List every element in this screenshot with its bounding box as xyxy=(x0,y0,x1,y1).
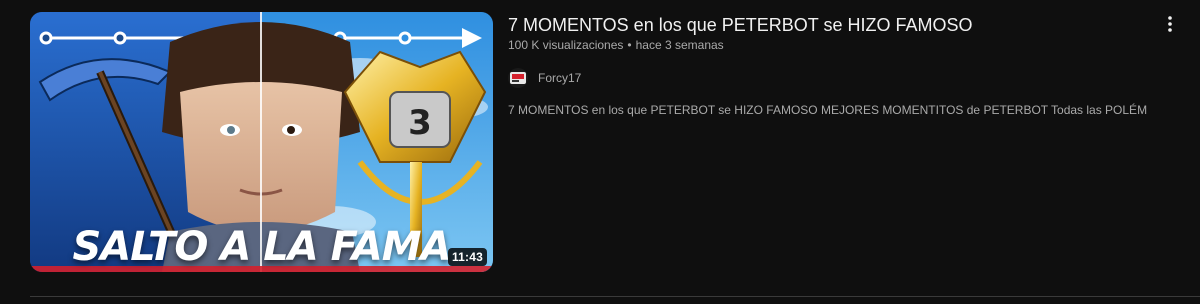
channel-avatar-icon[interactable] xyxy=(508,68,528,88)
video-description-snippet: 7 MOMENTOS en los que PETERBOT se HIZO F… xyxy=(508,103,1148,117)
view-count: 100 K visualizaciones xyxy=(508,38,624,52)
channel-name[interactable]: Forcy17 xyxy=(538,71,581,85)
video-thumbnail[interactable]: 3 SALTO A LA FAMA 11:43 xyxy=(30,12,493,272)
channel-link[interactable]: Forcy17 xyxy=(508,66,581,90)
meta-separator: • xyxy=(627,38,632,52)
thumbnail-artwork: 3 xyxy=(30,12,493,272)
more-vertical-icon[interactable] xyxy=(1156,10,1184,38)
video-title[interactable]: 7 MOMENTOS en los que PETERBOT se HIZO F… xyxy=(508,13,972,37)
svg-text:3: 3 xyxy=(408,103,432,143)
duration-badge: 11:43 xyxy=(447,248,487,266)
video-result-row: 3 SALTO A LA FAMA 11:43 7 MOMENTOS en lo… xyxy=(0,0,1200,304)
row-divider xyxy=(30,296,1200,297)
upload-age: hace 3 semanas xyxy=(635,38,724,52)
video-metadata: 100 K visualizaciones • hace 3 semanas xyxy=(508,38,724,52)
